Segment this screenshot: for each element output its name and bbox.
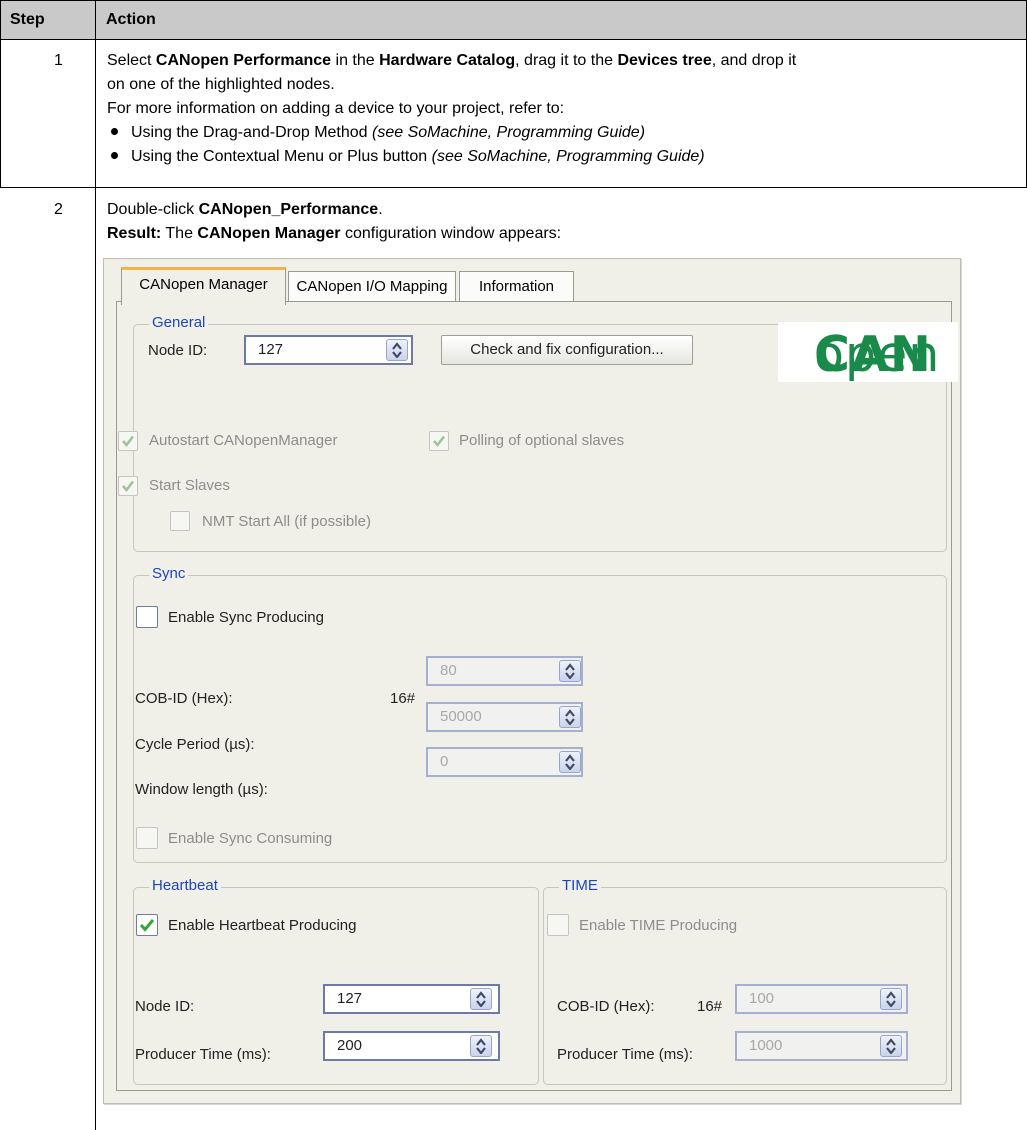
header-step: Step	[10, 11, 45, 28]
sync-cob-id-label: COB-ID (Hex):	[135, 690, 233, 707]
sync-cob-id-prefix: 16#	[390, 690, 416, 707]
checkmark-icon	[139, 919, 155, 932]
nmt-start-all-checkbox[interactable]	[170, 511, 190, 531]
autostart-checkbox[interactable]	[118, 431, 138, 451]
canopen-logo: CAN open	[778, 322, 958, 383]
step-text-line: on one of the highlighted nodes.	[107, 76, 335, 93]
time-cob-id-spinner[interactable]	[880, 988, 902, 1010]
heartbeat-producer-time-spinner[interactable]	[470, 1035, 492, 1057]
enable-sync-consuming-checkbox[interactable]	[136, 827, 158, 849]
check-fix-configuration-button[interactable]: Check and fix configuration...	[441, 335, 693, 365]
time-cob-id-label: COB-ID (Hex):	[557, 998, 655, 1015]
tab-canopen-manager[interactable]: CANopen Manager	[121, 267, 286, 305]
checkmark-icon	[122, 435, 134, 447]
step-text-line: For more information on adding a device …	[107, 100, 565, 117]
enable-heartbeat-checkbox[interactable]	[136, 914, 158, 936]
nmt-start-all-label: NMT Start All (if possible)	[202, 513, 371, 530]
spinner-arrows-icon	[565, 663, 575, 679]
tab-information[interactable]: Information	[459, 271, 574, 302]
enable-sync-producing-checkbox[interactable]	[136, 606, 158, 628]
list-item: Using the Contextual Menu or Plus button…	[102, 145, 705, 169]
step-text-line: Result: The CANopen Manager configuratio…	[107, 225, 562, 242]
table-border-top	[0, 0, 1027, 1]
heartbeat-node-id-label: Node ID:	[135, 998, 195, 1015]
start-slaves-label: Start Slaves	[149, 477, 230, 494]
polling-checkbox[interactable]	[429, 431, 449, 451]
time-cob-id-prefix: 16#	[697, 998, 723, 1015]
window-length-label: Window length (µs):	[135, 781, 268, 798]
polling-label: Polling of optional slaves	[459, 432, 625, 449]
enable-sync-producing-label: Enable Sync Producing	[168, 609, 324, 626]
step-text-line: Double-click CANopen_Performance.	[107, 201, 383, 218]
group-title-sync: Sync	[149, 565, 189, 582]
bullet-icon	[111, 152, 118, 160]
group-title-general: General	[149, 314, 209, 331]
spinner-arrows-icon	[476, 1038, 486, 1054]
cross-reference-link[interactable]: (see SoMachine, Programming Guide)	[432, 148, 705, 165]
time-producer-time-spinner[interactable]	[880, 1035, 902, 1057]
checkmark-icon	[122, 480, 134, 492]
heartbeat-node-id-spinner[interactable]	[470, 988, 492, 1010]
spinner-arrows-icon	[392, 342, 402, 358]
sync-cob-id-spinner[interactable]	[559, 660, 581, 682]
group-title-heartbeat: Heartbeat	[149, 877, 221, 894]
cycle-period-label: Cycle Period (µs):	[135, 736, 255, 753]
spinner-arrows-icon	[565, 709, 575, 725]
step-text-line: Select CANopen Performance in the Hardwa…	[107, 52, 797, 69]
start-slaves-checkbox[interactable]	[118, 476, 138, 496]
header-action: Action	[106, 11, 156, 28]
spinner-arrows-icon	[886, 991, 896, 1007]
list-item: Using the Drag-and-Drop Method (see SoMa…	[102, 121, 645, 145]
time-producer-time-label: Producer Time (ms):	[557, 1046, 693, 1063]
cycle-period-spinner[interactable]	[559, 706, 581, 728]
node-id-label: Node ID:	[148, 342, 208, 359]
autostart-label: Autostart CANopenManager	[149, 432, 338, 449]
bullet-icon	[111, 128, 118, 136]
table-border-left	[0, 0, 1, 188]
spinner-arrows-icon	[476, 991, 486, 1007]
tab-canopen-io-mapping[interactable]: CANopen I/O Mapping	[288, 271, 456, 302]
spinner-arrows-icon	[565, 754, 575, 770]
spinner-arrows-icon	[886, 1038, 896, 1054]
enable-sync-consuming-label: Enable Sync Consuming	[168, 830, 333, 847]
canopen-manager-window: CANopen Manager CANopen I/O Mapping Info…	[103, 258, 961, 1104]
step-number: 1	[54, 52, 63, 69]
table-header-divider	[0, 39, 1027, 40]
checkmark-icon	[433, 435, 445, 447]
enable-heartbeat-label: Enable Heartbeat Producing	[168, 917, 357, 934]
cross-reference-link[interactable]: (see SoMachine, Programming Guide)	[372, 124, 645, 141]
table-column-divider	[95, 0, 96, 1130]
step-number: 2	[54, 201, 63, 218]
heartbeat-producer-time-label: Producer Time (ms):	[135, 1046, 271, 1063]
window-length-spinner[interactable]	[559, 751, 581, 773]
node-id-spinner[interactable]	[386, 339, 408, 361]
enable-time-label: Enable TIME Producing	[579, 917, 738, 934]
table-row-divider	[0, 187, 1027, 188]
group-title-time: TIME	[559, 877, 601, 894]
enable-time-checkbox[interactable]	[547, 914, 569, 936]
